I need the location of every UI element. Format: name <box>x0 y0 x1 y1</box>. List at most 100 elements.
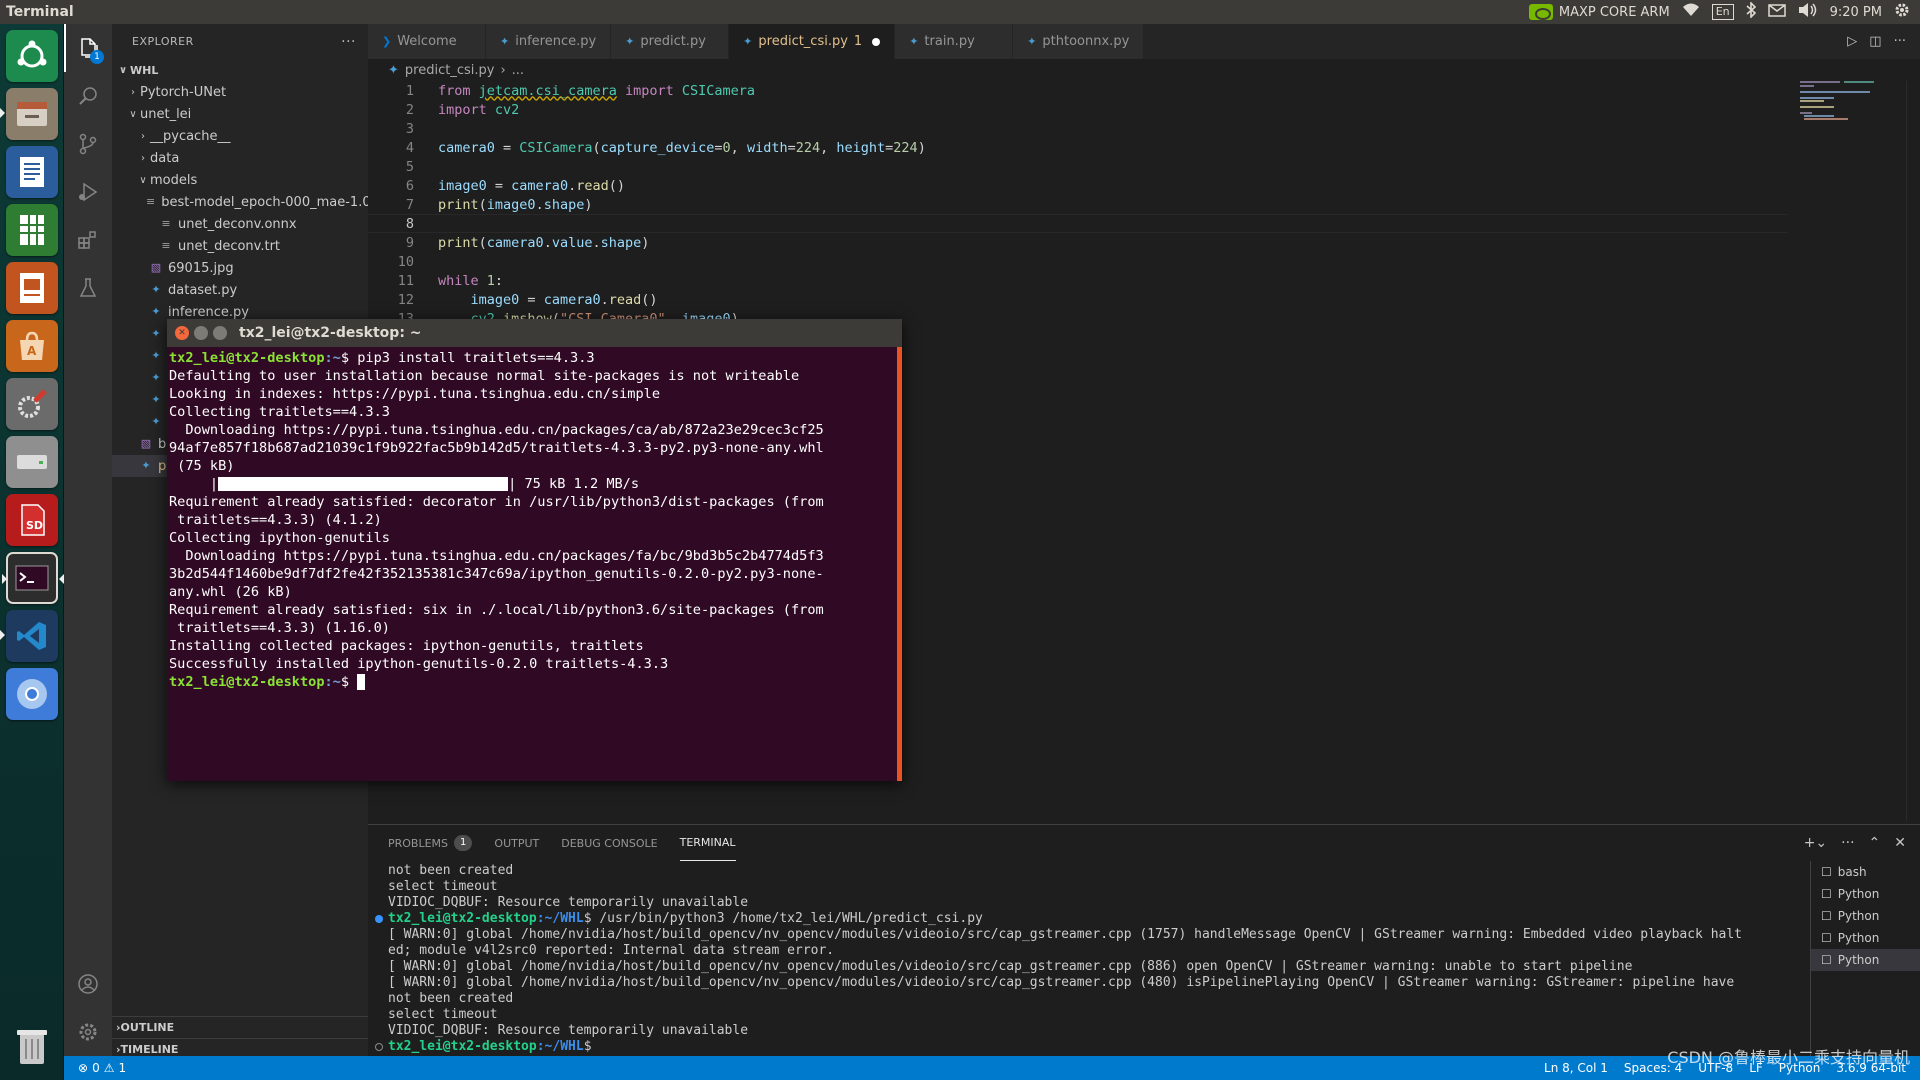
explorer-more-icon[interactable]: ··· <box>341 34 368 50</box>
code-line: 8 <box>368 214 1788 233</box>
wifi-icon[interactable] <box>1682 3 1700 21</box>
system-settings-icon[interactable] <box>6 378 58 430</box>
split-editor-icon[interactable]: ◫ <box>1869 34 1881 49</box>
keyboard-language-indicator[interactable]: En <box>1711 4 1734 20</box>
clock[interactable]: 9:20 PM <box>1830 5 1882 20</box>
terminal-line: select timeout <box>388 1007 498 1022</box>
tab-Welcome[interactable]: ❯ Welcome <box>368 24 486 59</box>
software-center-icon[interactable]: A <box>6 320 58 372</box>
terminal-instance[interactable]: ☐ Python <box>1811 949 1920 971</box>
new-terminal-icon[interactable]: +⌄ <box>1804 835 1827 851</box>
terminal-window-line: Requirement already satisfied: decorator… <box>169 494 824 510</box>
tree-folder[interactable]: ∨ models <box>112 169 368 191</box>
editor-tabs: ❯ Welcome ✦ inference.py ✦ predict.py ✦ predict… <box>368 24 1920 59</box>
panel-tab-terminal[interactable]: TERMINAL <box>679 825 736 861</box>
editor-scrollbar[interactable] <box>1906 81 1920 821</box>
terminal-instance[interactable]: ☐ Python <box>1811 883 1920 905</box>
terminal-window-scrollbar[interactable] <box>897 347 902 781</box>
source-control-icon[interactable] <box>64 120 112 168</box>
tree-item-label: best-model_epoch-000_mae-1.0... <box>161 194 368 210</box>
panel-tab-debug-console[interactable]: DEBUG CONSOLE <box>561 825 657 861</box>
libreoffice-impress-icon[interactable] <box>6 262 58 314</box>
terminal-icon[interactable] <box>2 552 64 604</box>
testing-flask-icon[interactable] <box>64 264 112 312</box>
prompt-path: :~/WHL <box>536 911 584 926</box>
files-icon[interactable] <box>0 88 58 140</box>
line-content: print(image0.shape) <box>438 196 593 213</box>
tab-train-py[interactable]: ✦ train.py <box>895 24 1014 59</box>
chromium-icon[interactable] <box>6 668 58 720</box>
tree-file[interactable]: ▧ 69015.jpg <box>112 257 368 279</box>
command-decoration-icon[interactable] <box>375 915 383 923</box>
maximize-window-icon[interactable] <box>213 326 227 340</box>
sd-card-icon[interactable]: SD <box>6 494 58 546</box>
bluetooth-icon[interactable] <box>1746 1 1756 22</box>
cursor-position[interactable]: Ln 8, Col 1 <box>1544 1061 1608 1075</box>
error-icon: ⊗ <box>78 1061 89 1075</box>
libreoffice-writer-icon[interactable] <box>6 146 58 198</box>
run-debug-icon[interactable] <box>64 168 112 216</box>
extensions-icon[interactable] <box>64 216 112 264</box>
drive-icon[interactable] <box>6 436 58 488</box>
breadcrumb-file[interactable]: predict_csi.py <box>405 63 495 78</box>
tree-item-label: __pycache__ <box>150 128 231 144</box>
workspace-root[interactable]: ∨ WHL <box>112 59 368 81</box>
panel-tab-problems[interactable]: PROBLEMS 1 <box>388 825 473 861</box>
tree-file[interactable]: ≡ unet_deconv.trt <box>112 235 368 257</box>
trash-icon[interactable] <box>6 1020 58 1072</box>
terminal-window-line: traitlets==4.3.3) (4.1.2) <box>169 512 382 528</box>
svg-text:A: A <box>27 344 37 358</box>
tree-folder[interactable]: ∨ unet_lei <box>112 103 368 125</box>
terminal-line: select timeout <box>388 879 498 894</box>
tree-folder[interactable]: › data <box>112 147 368 169</box>
terminal-instance[interactable]: ☐ bash <box>1811 861 1920 883</box>
terminal-command: $ <box>340 674 358 690</box>
session-gear-icon[interactable] <box>1894 2 1910 22</box>
tree-file[interactable]: ✦ dataset.py <box>112 279 368 301</box>
minimap[interactable] <box>1800 81 1910 141</box>
terminal-instance[interactable]: ☐ Python <box>1811 927 1920 949</box>
maximize-panel-icon[interactable]: ⌃ <box>1869 835 1881 851</box>
tab-predict-py[interactable]: ✦ predict.py <box>611 24 730 59</box>
outline-section[interactable]: › OUTLINE <box>112 1016 368 1038</box>
editor-more-icon[interactable]: ··· <box>1894 34 1906 49</box>
volume-icon[interactable] <box>1798 2 1818 22</box>
command-decoration-icon[interactable] <box>375 1043 383 1051</box>
vscode-icon[interactable] <box>0 610 58 662</box>
unsaved-dot-icon[interactable] <box>872 37 881 46</box>
terminal-window-output[interactable]: tx2_lei@tx2-desktop:~$ pip3 install trai… <box>169 347 897 781</box>
problems-status[interactable]: ⊗ 0 ⚠ 1 <box>64 1061 126 1075</box>
python-file-icon: ✦ <box>151 349 161 362</box>
tree-file[interactable]: ≡ unet_deconv.onnx <box>112 213 368 235</box>
terminal-instance-icon: ☐ <box>1821 931 1832 945</box>
minimize-window-icon[interactable] <box>194 326 208 340</box>
run-file-icon[interactable]: ▷ <box>1847 34 1857 49</box>
tab-label: predict_csi.py <box>758 34 848 49</box>
tab-predict-csi-py[interactable]: ✦ predict_csi.py 1 <box>729 24 896 59</box>
close-window-icon[interactable]: ✕ <box>175 326 189 340</box>
terminal-titlebar[interactable]: ✕ tx2_lei@tx2-desktop: ~ <box>167 319 902 347</box>
search-icon[interactable] <box>64 72 112 120</box>
tree-folder[interactable]: › __pycache__ <box>112 125 368 147</box>
breadcrumb-symbol[interactable]: ... <box>512 63 524 78</box>
accounts-icon[interactable] <box>64 960 112 1008</box>
close-panel-icon[interactable]: ✕ <box>1894 835 1906 851</box>
code-editor[interactable]: 1 from jetcam.csi_camera import CSICamera… <box>368 81 1788 328</box>
terminal-window-line: any.whl (26 kB) <box>169 584 292 600</box>
libreoffice-calc-icon[interactable] <box>6 204 58 256</box>
explorer-activity-icon[interactable]: 1 <box>64 24 112 72</box>
tab-pthtoonnx-py[interactable]: ✦ pthtoonnx.py <box>1013 24 1145 59</box>
tab-inference-py[interactable]: ✦ inference.py <box>486 24 612 59</box>
panel-tab-output[interactable]: OUTPUT <box>494 825 539 861</box>
prompt-user: tx2_lei@tx2-desktop <box>388 911 537 926</box>
manage-gear-icon[interactable] <box>64 1008 112 1056</box>
integrated-terminal-output[interactable]: not been created select timeout VIDIOC_DQB… <box>375 863 1788 1055</box>
mail-icon[interactable] <box>1767 3 1786 21</box>
terminal-instance[interactable]: ☐ Python <box>1811 905 1920 927</box>
tree-file[interactable]: ≡ best-model_epoch-000_mae-1.0... <box>112 191 368 213</box>
nvidia-power-mode-indicator[interactable]: MAXP CORE ARM <box>1528 4 1670 20</box>
ubuntu-dash-icon[interactable] <box>6 30 58 82</box>
line-number: 2 <box>405 101 414 118</box>
panel-more-icon[interactable]: ··· <box>1841 835 1854 851</box>
tree-folder[interactable]: › Pytorch-UNet <box>112 81 368 103</box>
